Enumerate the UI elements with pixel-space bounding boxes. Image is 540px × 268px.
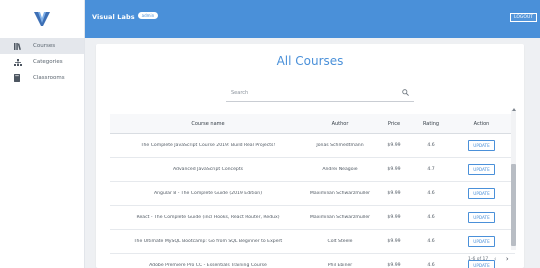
update-button[interactable]: UPDATE xyxy=(468,212,495,223)
table-row: Adobe Premiere Pro CC - Essentials Train… xyxy=(110,254,515,268)
cell-action: UPDATE xyxy=(448,164,515,175)
chevron-left-icon[interactable]: ‹ xyxy=(490,255,500,263)
app-root: Courses Categories Classrooms Visual Lab… xyxy=(0,0,540,268)
logo[interactable] xyxy=(0,0,84,38)
cell-rating: 4.6 xyxy=(427,143,435,148)
cell-course-name: Adobe Premiere Pro CC - Essentials Train… xyxy=(149,263,267,268)
sidebar-item-label: Courses xyxy=(33,43,56,49)
cell-author: Maximilian Schwarzmüller xyxy=(309,191,371,196)
cell-author: Maximilian Schwarzmüller xyxy=(309,215,371,220)
table-scrollbar-thumb[interactable] xyxy=(511,164,516,246)
chevron-right-icon[interactable]: › xyxy=(502,255,512,263)
cell-action: UPDATE xyxy=(448,140,515,151)
update-button[interactable]: UPDATE xyxy=(468,188,495,199)
table-row: The Ultimate MySQL Bootcamp: Go from SQL… xyxy=(110,230,515,254)
scroll-up-icon[interactable] xyxy=(511,108,516,112)
cell-price: $9.99 xyxy=(387,191,401,196)
update-button[interactable]: UPDATE xyxy=(468,164,495,175)
column-header-price[interactable]: Price xyxy=(374,121,414,127)
search-icon[interactable] xyxy=(400,88,410,98)
topbar: Visual Labs admin LOGOUT xyxy=(85,0,540,38)
page-title: All Courses xyxy=(276,54,344,68)
cell-action: UPDATE xyxy=(448,212,515,223)
logo-icon xyxy=(34,12,50,26)
search-input[interactable]: Search xyxy=(231,90,400,96)
sidebar-item-label: Categories xyxy=(33,59,63,65)
sidebar-item-categories[interactable]: Categories xyxy=(0,54,84,70)
cell-action: UPDATE xyxy=(448,188,515,199)
cell-rating: 4.6 xyxy=(427,239,435,244)
cell-course-name: The Complete JavaScript Course 2019: Bui… xyxy=(140,143,276,148)
cell-action: UPDATE xyxy=(448,236,515,247)
cell-rating: 4.6 xyxy=(427,263,435,268)
role-badge: admin xyxy=(137,12,159,19)
cell-price: $9.99 xyxy=(387,263,401,268)
cell-author: Phil Ebiner xyxy=(327,263,353,268)
table-row: Angular 8 - The Complete Guide (2019 Edi… xyxy=(110,182,515,206)
pagination-range: 1-6 of 17 xyxy=(468,256,489,262)
cell-author: Andrei Neagoie xyxy=(322,167,358,172)
books-icon xyxy=(13,42,22,51)
book-icon xyxy=(13,74,22,83)
column-header-author[interactable]: Author xyxy=(306,121,374,127)
table-row: React - The Complete Guide (incl Hooks, … xyxy=(110,206,515,230)
cell-price: $9.99 xyxy=(387,167,401,172)
courses-table: Course name Author Price Rating Action T… xyxy=(110,114,515,268)
column-header-course-name[interactable]: Course name xyxy=(110,121,306,127)
cell-rating: 4.6 xyxy=(427,191,435,196)
update-button[interactable]: UPDATE xyxy=(468,236,495,247)
sitemap-icon xyxy=(13,58,22,67)
cell-course-name: Angular 8 - The Complete Guide (2019 Edi… xyxy=(153,191,262,196)
cell-rating: 4.6 xyxy=(427,215,435,220)
update-button[interactable]: UPDATE xyxy=(468,140,495,151)
table-row: The Complete JavaScript Course 2019: Bui… xyxy=(110,134,515,158)
logout-button[interactable]: LOGOUT xyxy=(510,13,537,22)
cell-course-name: The Ultimate MySQL Bootcamp: Go from SQL… xyxy=(133,239,283,244)
cell-course-name: Advanced JavaScript Concepts xyxy=(172,167,244,172)
cell-price: $9.99 xyxy=(387,143,401,148)
cell-rating: 4.7 xyxy=(427,167,435,172)
sidebar-item-courses[interactable]: Courses xyxy=(0,38,84,54)
cell-course-name: React - The Complete Guide (incl Hooks, … xyxy=(136,215,280,220)
pagination: 1-6 of 17 ‹ › xyxy=(468,255,512,263)
sidebar-nav: Courses Categories Classrooms xyxy=(0,38,84,86)
column-header-rating[interactable]: Rating xyxy=(414,121,448,127)
search-field[interactable]: Search xyxy=(226,84,414,102)
sidebar-item-classrooms[interactable]: Classrooms xyxy=(0,70,84,86)
column-header-action: Action xyxy=(473,120,490,127)
brand-title: Visual Labs xyxy=(92,13,135,21)
cell-author: Jonas Schmedtmann xyxy=(316,143,364,148)
sidebar-item-label: Classrooms xyxy=(33,75,65,81)
cell-price: $9.99 xyxy=(387,239,401,244)
cell-author: Colt Steele xyxy=(327,239,353,244)
courses-card: All Courses Search Course name Author Pr… xyxy=(96,44,524,268)
table-header: Course name Author Price Rating Action xyxy=(110,114,515,134)
sidebar: Courses Categories Classrooms xyxy=(0,0,85,268)
cell-price: $9.99 xyxy=(387,215,401,220)
table-row: Advanced JavaScript Concepts Andrei Neag… xyxy=(110,158,515,182)
